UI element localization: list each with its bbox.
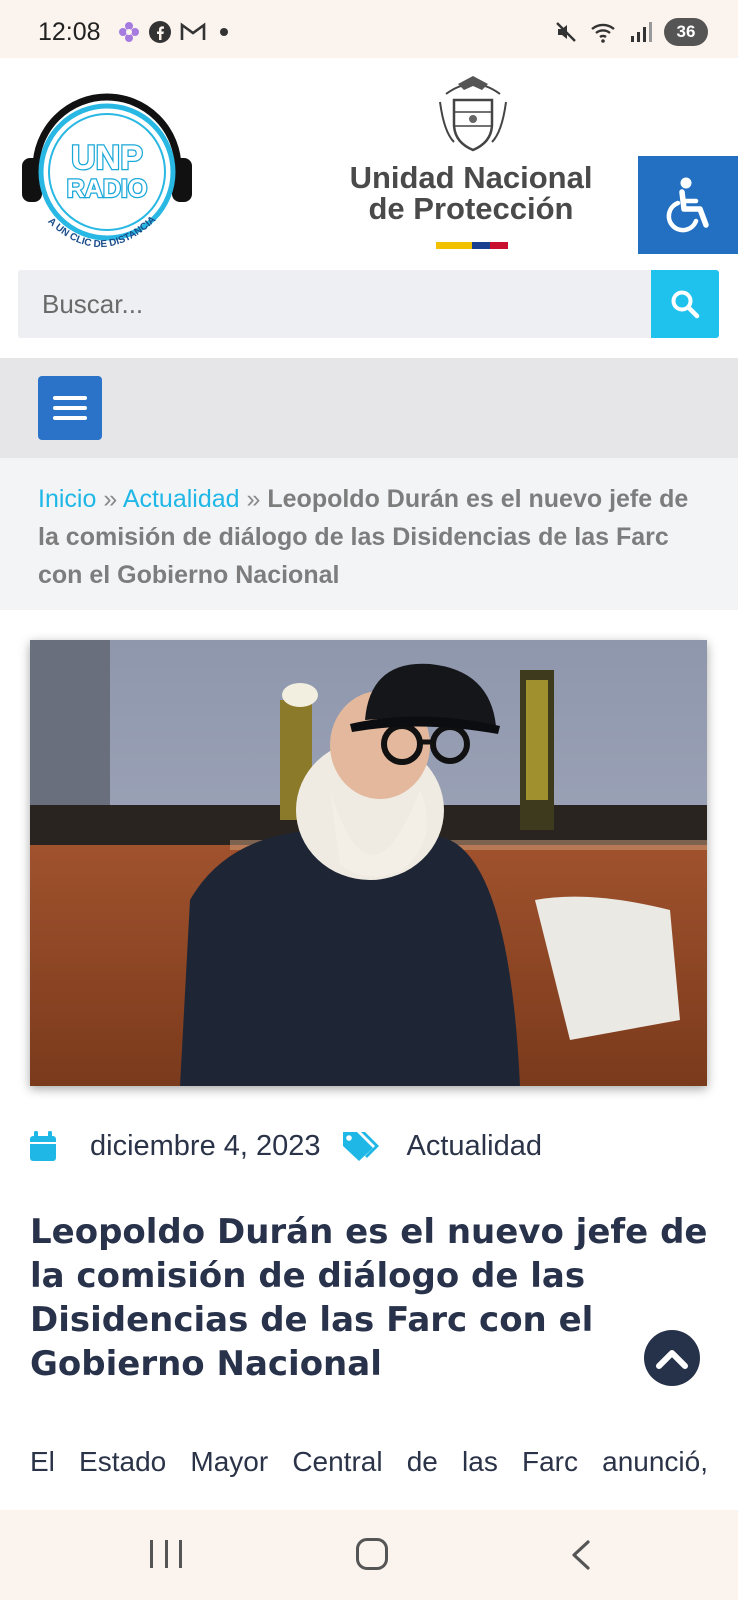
system-navigation-bar — [0, 1510, 738, 1600]
gmail-icon — [180, 22, 206, 40]
breadcrumb-separator: » — [246, 485, 261, 513]
search-button[interactable] — [651, 270, 719, 338]
system-indicators: 36 — [554, 18, 708, 46]
agency-title[interactable]: Unidad Nacional de Protección — [340, 162, 602, 224]
status-bar: 12:08 36 — [0, 0, 738, 58]
search-bar — [18, 270, 719, 338]
colombia-flag-stripe — [436, 242, 508, 249]
search-icon — [671, 290, 700, 319]
more-notifications-dot — [220, 28, 228, 36]
coat-of-arms-icon — [439, 76, 507, 152]
chevron-up-icon — [656, 1350, 688, 1369]
battery-indicator: 36 — [664, 18, 708, 46]
breadcrumb: Inicio » Actualidad » Leopoldo Durán es … — [0, 458, 738, 610]
back-button[interactable] — [566, 1538, 596, 1572]
post-date: diciembre 4, 2023 — [90, 1129, 321, 1162]
hamburger-icon — [53, 396, 87, 400]
accessibility-button[interactable] — [638, 156, 738, 254]
wifi-icon — [591, 23, 615, 43]
tag-icon — [342, 1132, 379, 1161]
notification-icons — [118, 20, 228, 44]
breadcrumb-home-link[interactable]: Inicio — [38, 485, 96, 513]
site-header: UNP RADIO A UN CLIC DE DISTANCIA Unidad … — [0, 58, 738, 263]
signal-icon — [631, 22, 652, 42]
calendar-icon — [30, 1131, 56, 1161]
agency-title-line1: Unidad Nacional — [349, 160, 593, 195]
recent-apps-button[interactable] — [150, 1540, 182, 1568]
status-time: 12:08 — [38, 18, 101, 46]
menu-button[interactable] — [38, 376, 102, 440]
breadcrumb-separator: » — [103, 485, 118, 513]
mute-icon — [556, 22, 576, 42]
search-input[interactable] — [18, 270, 651, 338]
featured-photo-illustration — [30, 640, 707, 1086]
post-body: El Estado Mayor Central de las Farc anun… — [30, 1446, 708, 1477]
breadcrumb-section-link[interactable]: Actualidad — [123, 485, 240, 513]
featured-image[interactable] — [30, 640, 707, 1086]
facebook-icon — [149, 21, 171, 43]
post-category[interactable]: Actualidad — [407, 1130, 542, 1163]
nav-bar — [0, 358, 738, 458]
post-title: Leopoldo Durán es el nuevo jefe de la co… — [30, 1212, 708, 1384]
scroll-to-top-button[interactable] — [644, 1330, 700, 1386]
post-meta: diciembre 4, 2023 Actualidad — [30, 1124, 542, 1168]
agency-title-line2: de Protección — [368, 191, 574, 226]
logo-text-unp: UNP — [71, 139, 143, 177]
logo-text-radio: RADIO — [67, 175, 148, 203]
wheelchair-icon — [666, 177, 709, 233]
unp-radio-logo[interactable]: UNP RADIO A UN CLIC DE DISTANCIA — [18, 76, 196, 254]
home-button[interactable] — [356, 1538, 388, 1570]
flower-icon — [119, 22, 139, 42]
